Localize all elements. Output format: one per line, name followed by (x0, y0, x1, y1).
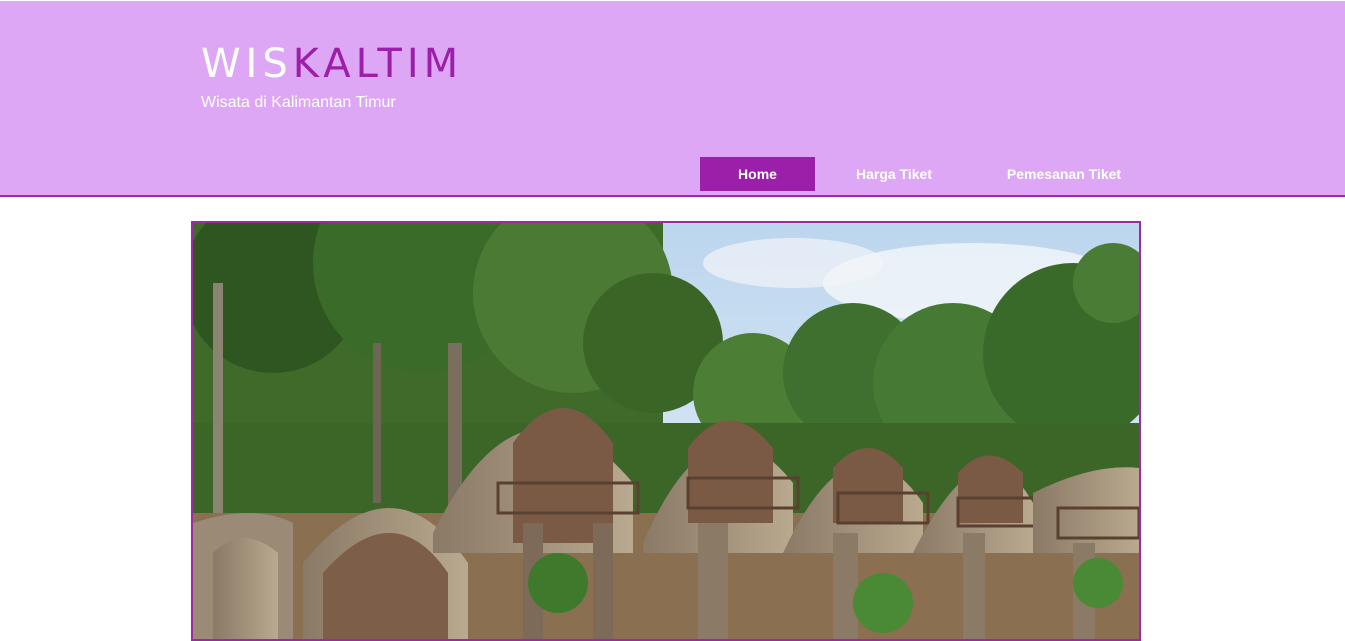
nav-harga-tiket[interactable]: Harga Tiket (840, 157, 948, 191)
site-tagline: Wisata di Kalimantan Timur (201, 94, 396, 111)
nav-home[interactable]: Home (700, 157, 815, 191)
hero-image (191, 221, 1141, 641)
hero-photo-cottages (193, 223, 1139, 639)
brand: WISKALTIM Wisata di Kalimantan Timur (201, 41, 463, 113)
nav-pemesanan-tiket-label: Pemesanan Tiket (1006, 166, 1122, 182)
nav-harga-tiket-label: Harga Tiket (856, 166, 932, 182)
logo-part-2: KALTIM (292, 41, 464, 87)
nav-pemesanan-tiket[interactable]: Pemesanan Tiket (998, 157, 1130, 191)
logo-part-1: WIS (201, 41, 293, 87)
site-header: WISKALTIM Wisata di Kalimantan Timur Hom… (0, 0, 1345, 197)
site-logo[interactable]: WISKALTIM (201, 41, 463, 87)
nav-home-label: Home (738, 166, 777, 182)
